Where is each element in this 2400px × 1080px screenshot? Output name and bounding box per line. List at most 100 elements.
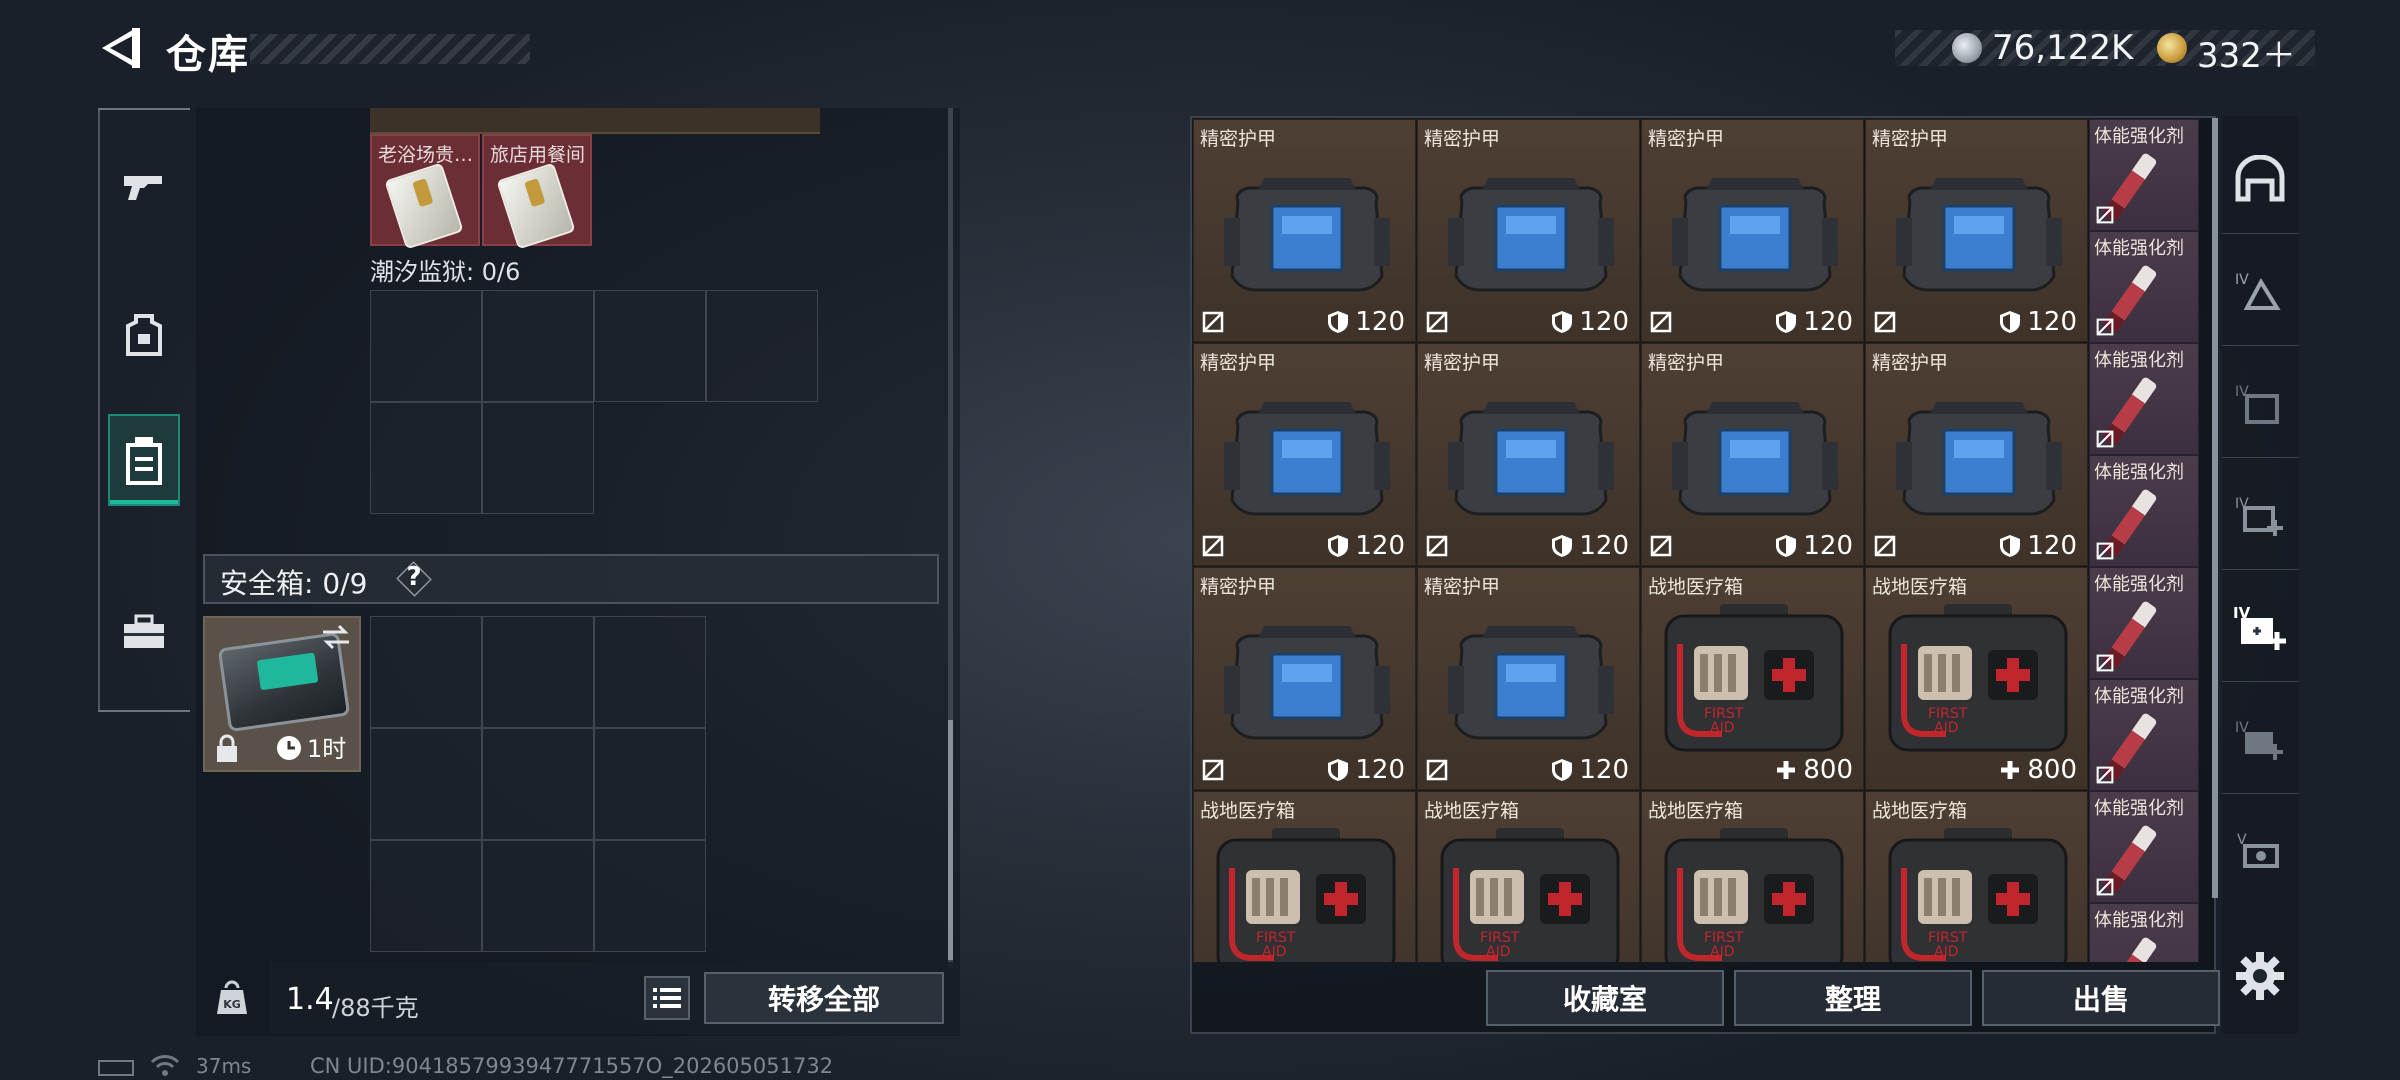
armor-item-cell[interactable]: 精密护甲 120	[1865, 343, 2088, 566]
safebox-item[interactable]: 1时	[203, 616, 361, 772]
stim-item-cell[interactable]: 体能强化剂	[2089, 231, 2199, 343]
safebox-slot[interactable]	[370, 840, 482, 952]
item-stat-value: 120	[1579, 307, 1629, 337]
key-card-item[interactable]: 老浴场贵…	[370, 134, 480, 250]
item-name: 精密护甲	[1200, 352, 1277, 374]
empty-slot[interactable]	[482, 290, 594, 402]
safebox-slot[interactable]	[594, 728, 706, 840]
empty-slot[interactable]	[370, 290, 482, 402]
armor-item-cell[interactable]: 精密护甲 120	[1193, 119, 1416, 342]
key-card-icon	[496, 162, 576, 250]
filter-medkit-tier4-active[interactable]: IV	[2222, 572, 2298, 682]
armor-item-cell[interactable]: 精密护甲 120	[1193, 343, 1416, 566]
no-drop-icon	[1426, 311, 1448, 333]
item-stat: 120	[1999, 531, 2077, 561]
filter-helmet[interactable]	[2222, 124, 2298, 234]
no-drop-icon	[2096, 654, 2114, 672]
heal-plus-icon	[2001, 761, 2020, 779]
battery-icon	[98, 1060, 134, 1076]
medkit-item-cell[interactable]: 战地医疗箱 FIRST AID 800	[1865, 567, 2088, 790]
list-view-button[interactable]	[644, 976, 690, 1020]
sort-button[interactable]: 整理	[1734, 970, 1972, 1026]
stim-item-cell[interactable]: 体能强化剂	[2089, 791, 2199, 903]
item-name: 精密护甲	[1872, 128, 1949, 150]
stim-item-cell[interactable]: 体能强化剂	[2089, 455, 2199, 567]
syringe-icon	[2102, 936, 2158, 962]
weight-max: /88千克	[332, 994, 419, 1022]
item-name: 精密护甲	[1200, 576, 1277, 598]
nav-briefcase[interactable]	[108, 586, 180, 678]
stim-item-cell[interactable]: 体能强化剂	[2089, 119, 2199, 231]
item-name: 战地医疗箱	[1872, 576, 1968, 598]
armor-item-cell[interactable]: 精密护甲 120	[1641, 119, 1864, 342]
filter-medkit-tier4[interactable]: IV	[2222, 460, 2298, 570]
empty-slot[interactable]	[370, 402, 482, 514]
armor-art	[1672, 402, 1838, 516]
item-name: 精密护甲	[1200, 128, 1277, 150]
item-name: 体能强化剂	[2094, 574, 2184, 595]
item-stat-value: 120	[1803, 531, 1853, 561]
armor-item-cell[interactable]: 精密护甲 120	[1865, 119, 2088, 342]
empty-slot[interactable]	[594, 290, 706, 402]
filter-bag-tier4[interactable]: IV	[2222, 348, 2298, 458]
armor-art	[1448, 178, 1614, 292]
armor-shield-icon	[1328, 311, 1349, 333]
gold-coin-icon[interactable]	[2157, 33, 2187, 63]
filter-helmet-tier4[interactable]: IV	[2222, 236, 2298, 346]
empty-slot[interactable]	[482, 402, 594, 514]
item-stat: 800	[1775, 755, 1853, 785]
item-stat: 120	[1327, 307, 1405, 337]
filter-chip-tier5[interactable]: V	[2222, 796, 2298, 906]
no-drop-icon	[2096, 542, 2114, 560]
sell-button[interactable]: 出售	[1982, 970, 2220, 1026]
back-button[interactable]	[96, 22, 148, 74]
safebox-label: 安全箱: 0/9	[220, 567, 368, 600]
no-drop-icon	[1202, 535, 1224, 557]
medkit-item-cell[interactable]: 战地医疗箱 FIRST AID	[1865, 791, 2088, 962]
medkit-item-cell[interactable]: 战地医疗箱 FIRST AID	[1193, 791, 1416, 962]
nav-weapon[interactable]	[108, 142, 180, 234]
empty-slot[interactable]	[706, 290, 818, 402]
medkit-item-cell[interactable]: 战地医疗箱 FIRST AID	[1641, 791, 1864, 962]
swap-icon[interactable]	[321, 624, 351, 650]
gold-currency-value[interactable]: 332＋	[2197, 28, 2296, 77]
item-name: 精密护甲	[1424, 576, 1501, 598]
medkit-item-cell[interactable]: 战地医疗箱 FIRST AID	[1417, 791, 1640, 962]
medkit-item-cell[interactable]: 战地医疗箱 FIRST AID 800	[1641, 567, 1864, 790]
safebox-slot[interactable]	[370, 616, 482, 728]
stim-item-cell[interactable]: 体能强化剂	[2089, 903, 2199, 962]
safebox-slot[interactable]	[482, 840, 594, 952]
armor-item-cell[interactable]: 精密护甲 120	[1417, 567, 1640, 790]
safebox-slot[interactable]	[482, 728, 594, 840]
armor-item-cell[interactable]: 精密护甲 120	[1193, 567, 1416, 790]
armor-item-cell[interactable]: 精密护甲 120	[1417, 343, 1640, 566]
stim-item-cell[interactable]: 体能强化剂	[2089, 567, 2199, 679]
armor-item-cell[interactable]: 精密护甲 120	[1641, 343, 1864, 566]
collection-room-button[interactable]: 收藏室	[1486, 970, 1724, 1026]
key-card-item[interactable]: 旅店用餐间	[482, 134, 592, 250]
safebox-slot[interactable]	[594, 840, 706, 952]
warehouse-scrollbar-thumb[interactable]	[2212, 118, 2218, 898]
transfer-all-button[interactable]: 转移全部	[704, 972, 944, 1024]
filter-medkit-tier4-alt[interactable]: IV	[2222, 684, 2298, 794]
bag-tier-4-icon: IV	[2235, 384, 2279, 424]
settings-button[interactable]	[2232, 948, 2288, 1004]
armor-shield-icon	[1776, 535, 1797, 557]
backpack-scrollbar-thumb[interactable]	[948, 720, 953, 960]
medkit-art: FIRSTAID	[1888, 828, 2068, 962]
safebox-slot[interactable]	[370, 728, 482, 840]
armor-item-cell[interactable]: 精密护甲 120	[1417, 119, 1640, 342]
armor-shield-icon	[1552, 311, 1573, 333]
safebox-slot[interactable]	[594, 616, 706, 728]
no-drop-icon	[2096, 878, 2114, 896]
no-drop-icon	[1650, 311, 1672, 333]
stim-item-cell[interactable]: 体能强化剂	[2089, 343, 2199, 455]
nav-storage[interactable]	[108, 414, 180, 506]
item-stat: 120	[1775, 531, 1853, 561]
safebox-slot[interactable]	[482, 616, 594, 728]
svg-text:AID: AID	[1710, 944, 1735, 960]
left-nav-divider-bottom	[98, 710, 190, 712]
nav-armor[interactable]	[108, 290, 180, 382]
stim-item-cell[interactable]: 体能强化剂	[2089, 679, 2199, 791]
help-button[interactable]: ?	[404, 562, 424, 592]
